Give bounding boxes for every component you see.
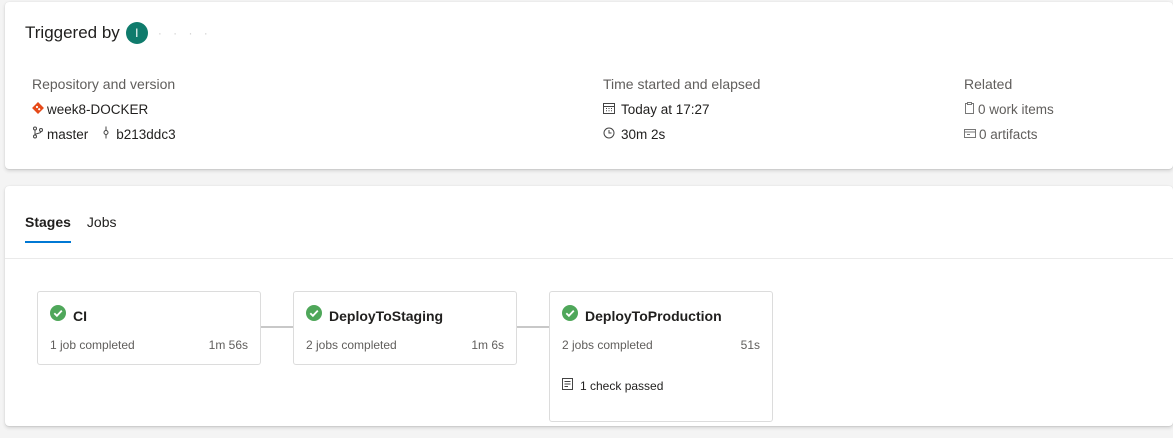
started-row: Today at 17:27 xyxy=(603,101,760,117)
checklist-icon xyxy=(562,378,573,393)
commit-icon xyxy=(102,126,110,142)
related-label: Related xyxy=(964,76,1013,92)
work-items-row[interactable]: 0 work items xyxy=(964,101,1054,117)
work-items-link[interactable]: 0 work items xyxy=(978,102,1054,117)
stages-card: Stages Jobs CI 1 job completed 1m 56s De… xyxy=(5,186,1173,426)
stage-duration: 1m 56s xyxy=(208,338,248,352)
clock-icon xyxy=(603,127,615,142)
stage-deploy-to-production[interactable]: DeployToProduction 2 jobs completed 51s … xyxy=(549,291,773,422)
stage-jobs-status: 1 job completed xyxy=(50,338,135,352)
stage-connector xyxy=(517,326,549,328)
stage-connector xyxy=(261,326,293,328)
stage-deploy-to-staging[interactable]: DeployToStaging 2 jobs completed 1m 6s xyxy=(293,291,517,365)
stage-name: DeployToStaging xyxy=(329,307,444,324)
tab-stages[interactable]: Stages xyxy=(25,214,71,243)
elapsed-row: 30m 2s xyxy=(603,126,760,142)
artifacts-link[interactable]: 0 artifacts xyxy=(979,127,1038,142)
tab-jobs[interactable]: Jobs xyxy=(87,214,117,243)
artifact-icon xyxy=(964,127,976,142)
success-check-icon xyxy=(306,305,322,326)
calendar-icon xyxy=(603,102,615,117)
time-label: Time started and elapsed xyxy=(603,76,761,92)
git-repo-icon xyxy=(32,101,44,117)
work-item-icon xyxy=(964,101,975,117)
time-section: Time started and elapsed Today at 17:27 … xyxy=(603,76,760,151)
view-tabs: Stages Jobs xyxy=(25,214,133,243)
stage-name: CI xyxy=(73,307,87,324)
started-time: Today at 17:27 xyxy=(621,101,710,117)
stage-name: DeployToProduction xyxy=(585,307,722,324)
stage-ci[interactable]: CI 1 job completed 1m 56s xyxy=(37,291,261,365)
repository-row[interactable]: week8-DOCKER xyxy=(32,101,176,117)
related-section: Related 0 work items 0 artifacts xyxy=(964,76,1054,151)
repository-label: Repository and version xyxy=(32,76,176,92)
checks-passed-text: 1 check passed xyxy=(580,378,664,393)
commit-id[interactable]: b213ddc3 xyxy=(116,127,175,142)
run-summary-card: Triggered by I · · · · Repository and ve… xyxy=(5,2,1173,169)
stage-duration: 1m 6s xyxy=(471,338,504,352)
repository-name[interactable]: week8-DOCKER xyxy=(47,102,148,117)
stage-duration: 51s xyxy=(740,338,760,352)
version-row: master b213ddc3 xyxy=(32,126,176,142)
success-check-icon xyxy=(50,305,66,326)
elapsed-time: 30m 2s xyxy=(621,126,666,142)
branch-icon xyxy=(32,126,44,142)
checks-summary[interactable]: 1 check passed xyxy=(562,378,663,393)
username[interactable]: · · · · xyxy=(158,26,212,40)
triggered-by: Triggered by I · · · · xyxy=(25,22,212,44)
triggered-by-label: Triggered by xyxy=(25,23,120,42)
tabs-divider xyxy=(5,258,1173,259)
success-check-icon xyxy=(562,305,578,326)
repository-section: Repository and version week8-DOCKER mast… xyxy=(32,76,176,151)
artifacts-row[interactable]: 0 artifacts xyxy=(964,126,1054,142)
avatar[interactable]: I xyxy=(125,22,148,44)
stage-jobs-status: 2 jobs completed xyxy=(306,338,397,352)
branch-name[interactable]: master xyxy=(47,127,88,142)
stage-jobs-status: 2 jobs completed xyxy=(562,338,653,352)
